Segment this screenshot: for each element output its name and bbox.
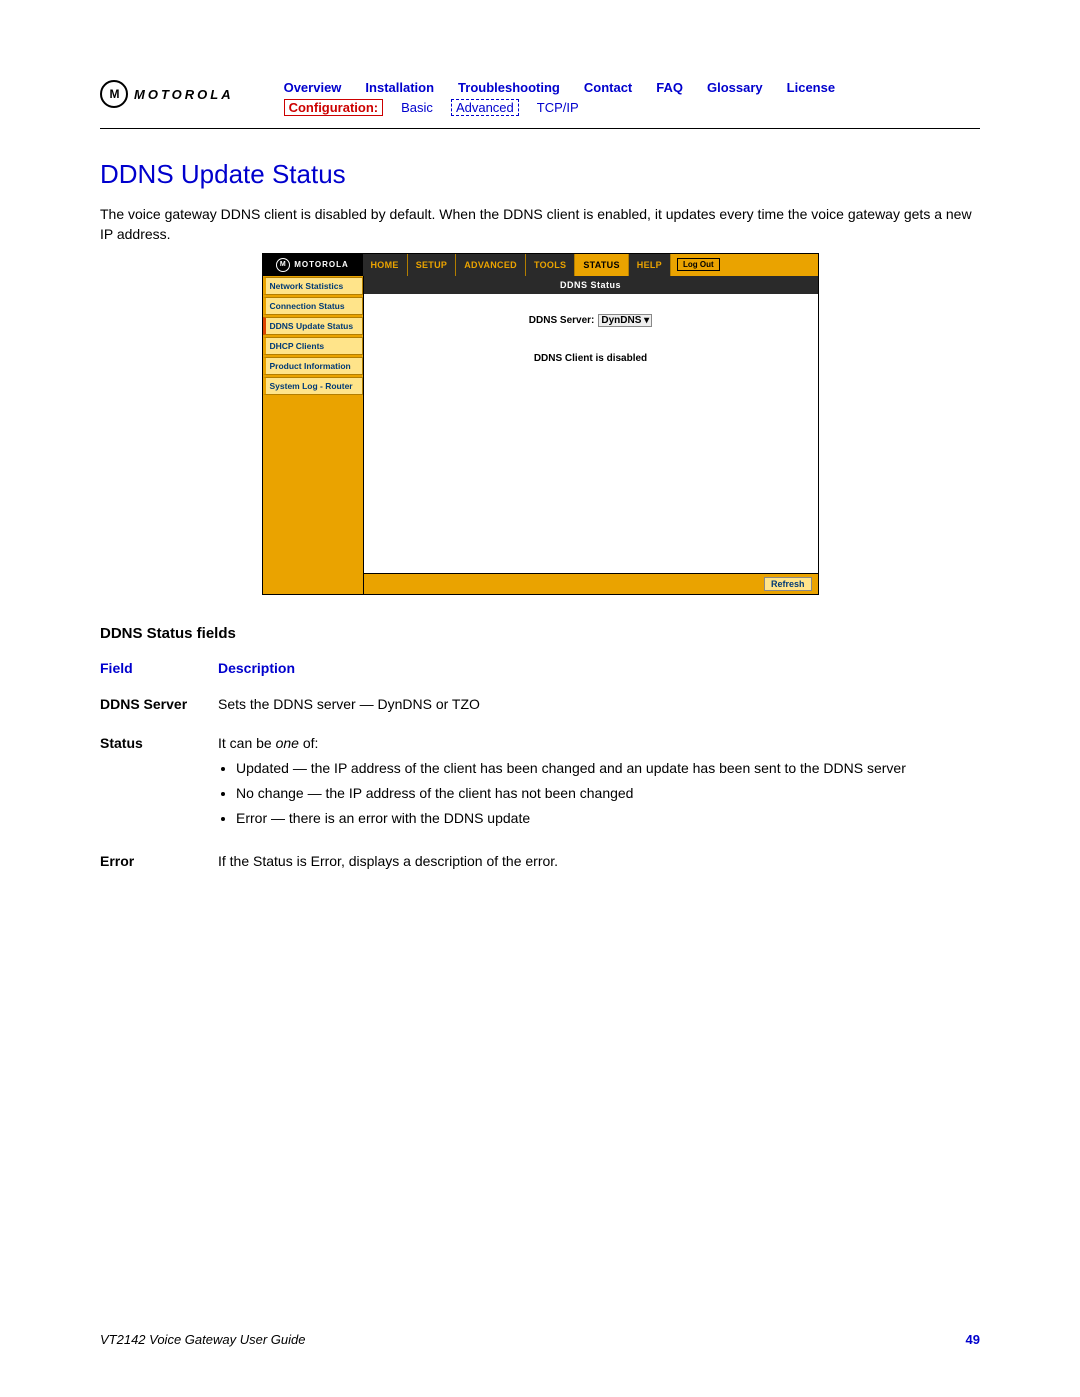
router-tab-tools[interactable]: TOOLS (526, 254, 575, 276)
intro-paragraph: The voice gateway DDNS client is disable… (100, 204, 980, 245)
desc-ddns-server: Sets the DDNS server — DynDNS or TZO (218, 688, 980, 727)
subnav-advanced[interactable]: Advanced (451, 99, 519, 116)
status-bullet: Error — there is an error with the DDNS … (236, 808, 962, 829)
ddns-server-value: DynDNS (601, 315, 641, 326)
top-nav: Overview Installation Troubleshooting Co… (284, 80, 980, 95)
ddns-server-label: DDNS Server: (529, 315, 595, 326)
nav-overview[interactable]: Overview (284, 80, 342, 95)
col-head-field: Field (100, 656, 218, 688)
router-tab-advanced[interactable]: ADVANCED (456, 254, 526, 276)
router-tab-status[interactable]: STATUS (575, 254, 628, 276)
sidebar-connection-status[interactable]: Connection Status (263, 297, 363, 315)
table-row: Status It can be one of: Updated — the I… (100, 727, 980, 845)
sidebar-ddns-update-status[interactable]: DDNS Update Status (263, 317, 363, 335)
status-bullet: No change — the IP address of the client… (236, 783, 962, 804)
sidebar-system-log-router[interactable]: System Log - Router (263, 377, 363, 395)
logout-button[interactable]: Log Out (677, 258, 720, 271)
nav-installation[interactable]: Installation (365, 80, 434, 95)
router-logo-text: MOTOROLA (294, 260, 349, 269)
nav-faq[interactable]: FAQ (656, 80, 683, 95)
router-tab-home[interactable]: HOME (363, 254, 408, 276)
field-ddns-server: DDNS Server (100, 688, 218, 727)
logo-text: MOTOROLA (134, 87, 234, 102)
nav-troubleshooting[interactable]: Troubleshooting (458, 80, 560, 95)
desc-status: It can be one of: Updated — the IP addre… (218, 727, 980, 845)
nav-glossary[interactable]: Glossary (707, 80, 763, 95)
sidebar-product-information[interactable]: Product Information (263, 357, 363, 375)
footer-guide-name: VT2142 Voice Gateway User Guide (100, 1332, 305, 1347)
sidebar-network-statistics[interactable]: Network Statistics (263, 277, 363, 295)
page-title: DDNS Update Status (100, 159, 980, 190)
subnav-tcpip[interactable]: TCP/IP (537, 100, 579, 115)
router-batwing-icon: M (276, 258, 290, 272)
motorola-batwing-icon: M (100, 80, 128, 108)
router-tab-setup[interactable]: SETUP (408, 254, 457, 276)
sub-nav: Configuration: Basic Advanced TCP/IP (284, 99, 980, 116)
router-logo: M MOTOROLA (263, 254, 363, 276)
router-sidebar: Network Statistics Connection Status DDN… (263, 276, 363, 594)
field-status: Status (100, 727, 218, 845)
nav-contact[interactable]: Contact (584, 80, 632, 95)
panel-title: DDNS Status (364, 276, 818, 294)
motorola-logo: M MOTOROLA (100, 80, 234, 108)
table-row: Error If the Status is Error, displays a… (100, 845, 980, 884)
nav-license[interactable]: License (787, 80, 835, 95)
subnav-basic[interactable]: Basic (401, 100, 433, 115)
ddns-server-select[interactable]: DynDNS ▾ (598, 314, 652, 327)
status-bullet: Updated — the IP address of the client h… (236, 758, 962, 779)
router-screenshot: M MOTOROLA HOME SETUP ADVANCED TOOLS STA… (262, 253, 819, 595)
col-head-description: Description (218, 656, 980, 688)
sidebar-dhcp-clients[interactable]: DHCP Clients (263, 337, 363, 355)
fields-table: Field Description DDNS Server Sets the D… (100, 656, 980, 884)
refresh-button[interactable]: Refresh (764, 577, 812, 591)
header-divider (100, 128, 980, 129)
page-number: 49 (966, 1332, 980, 1347)
field-error: Error (100, 845, 218, 884)
router-tab-help[interactable]: HELP (629, 254, 671, 276)
fields-section-title: DDNS Status fields (100, 625, 980, 642)
table-row: DDNS Server Sets the DDNS server — DynDN… (100, 688, 980, 727)
ddns-disabled-message: DDNS Client is disabled (534, 353, 647, 364)
configuration-label: Configuration: (284, 99, 384, 116)
desc-error: If the Status is Error, displays a descr… (218, 845, 980, 884)
